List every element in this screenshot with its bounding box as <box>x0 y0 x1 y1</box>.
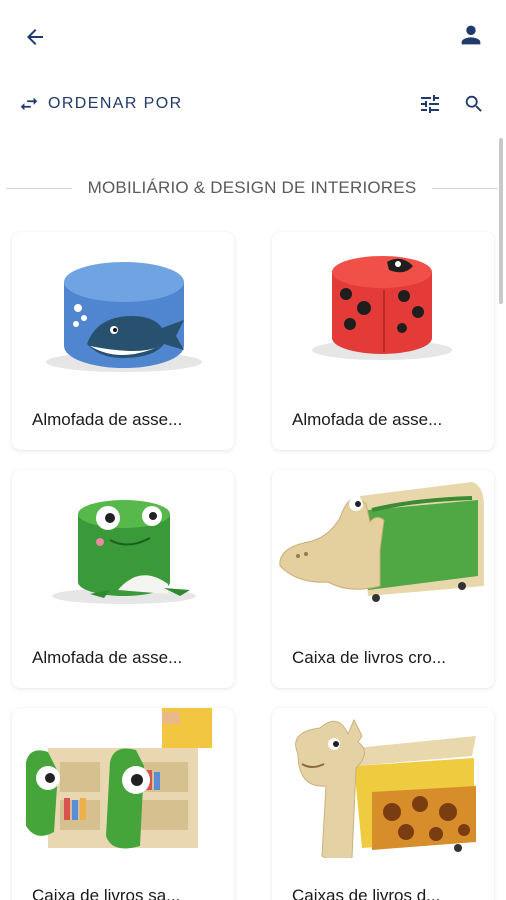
top-app-bar <box>0 0 506 70</box>
crocodile-book-box-image <box>279 482 484 602</box>
sliders-icon <box>421 95 439 113</box>
scrollbar[interactable] <box>499 138 503 304</box>
product-card[interactable]: Caixas de livros d... <box>272 708 494 900</box>
product-name: Caixa de livros sa... <box>32 886 181 900</box>
product-card[interactable]: Almofada de asse... <box>12 232 234 450</box>
product-name: Caixas de livros d... <box>292 886 441 900</box>
green-frog-seat-image <box>52 500 196 604</box>
filter-button[interactable] <box>416 90 444 118</box>
frog-bookcase-image <box>26 708 212 849</box>
giraffe-book-box-image <box>295 718 476 858</box>
product-card[interactable]: Caixa de livros cro... <box>272 470 494 688</box>
account-button[interactable] <box>454 18 488 52</box>
product-name: Almofada de asse... <box>32 410 183 429</box>
search-icon <box>465 95 482 112</box>
divider-right <box>432 187 498 189</box>
product-name: Almofada de asse... <box>32 648 183 667</box>
product-card[interactable]: Caixa de livros sa... <box>12 708 234 900</box>
divider-left <box>6 187 72 189</box>
swap-horizontal-icon <box>20 97 38 111</box>
product-card[interactable]: Almofada de asse... <box>12 470 234 688</box>
product-card[interactable]: Almofada de asse... <box>272 232 494 450</box>
product-name: Caixa de livros cro... <box>292 648 446 667</box>
sort-label: ORDENAR POR <box>48 95 183 112</box>
person-icon <box>461 25 481 45</box>
blue-whale-seat-image <box>46 262 202 372</box>
search-button[interactable] <box>460 90 488 118</box>
red-ladybug-seat-image <box>312 256 452 360</box>
list-toolbar: ORDENAR POR <box>0 84 506 124</box>
product-name: Almofada de asse... <box>292 410 443 429</box>
category-title: MOBILIÁRIO & DESIGN DE INTERIORES <box>87 178 417 197</box>
back-button[interactable] <box>18 20 52 54</box>
arrow-left-icon <box>27 29 43 45</box>
category-header: MOBILIÁRIO & DESIGN DE INTERIORES <box>0 172 506 204</box>
sort-button[interactable]: ORDENAR POR <box>18 90 183 118</box>
